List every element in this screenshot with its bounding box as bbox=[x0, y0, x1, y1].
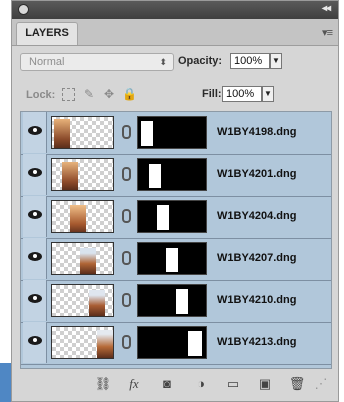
layer-mask-thumbnail[interactable] bbox=[137, 116, 207, 149]
layer-mask-thumbnail[interactable] bbox=[137, 326, 207, 359]
new-layer-icon[interactable]: ▣ bbox=[256, 376, 274, 392]
panel-titlebar: ◂◂ bbox=[12, 1, 338, 19]
layer-row[interactable]: W1BY4198.dng bbox=[21, 112, 331, 155]
layers-list: W1BY4198.dng W1BY4201.dng W1BY4204.dng W… bbox=[20, 111, 332, 369]
layer-mask-thumbnail[interactable] bbox=[137, 242, 207, 275]
lock-label: Lock: bbox=[26, 89, 56, 101]
lock-all-icon[interactable]: 🔒 bbox=[122, 87, 137, 101]
layer-row[interactable]: W1BY4207.dng bbox=[21, 238, 331, 281]
resize-grip-icon[interactable]: ⋰ bbox=[312, 376, 330, 392]
trash-icon[interactable]: 🗑 bbox=[288, 376, 306, 392]
layer-name[interactable]: W1BY4213.dng bbox=[217, 336, 296, 348]
layer-name[interactable]: W1BY4198.dng bbox=[217, 126, 296, 138]
lock-transparent-icon[interactable] bbox=[62, 88, 75, 101]
layer-thumbnail[interactable] bbox=[51, 116, 114, 149]
chain-link-icon[interactable] bbox=[122, 293, 131, 307]
opacity-dropdown-icon[interactable]: ▼ bbox=[270, 53, 282, 69]
blend-mode-select[interactable]: Normal ⬍ bbox=[20, 53, 174, 71]
layer-row[interactable]: W1BY4201.dng bbox=[21, 154, 331, 197]
layer-mask-thumbnail[interactable] bbox=[137, 200, 207, 233]
layer-row[interactable]: W1BY4210.dng bbox=[21, 280, 331, 323]
lock-brush-icon[interactable]: ✎ bbox=[82, 87, 96, 101]
opacity-input[interactable]: 100% bbox=[230, 53, 270, 69]
panel-menu-icon[interactable]: ▾≡ bbox=[322, 26, 333, 39]
group-folder-icon[interactable]: ▭ bbox=[224, 376, 242, 392]
visibility-eye-icon[interactable] bbox=[23, 112, 47, 153]
layer-thumbnail[interactable] bbox=[51, 326, 114, 359]
layer-name[interactable]: W1BY4204.dng bbox=[217, 210, 296, 222]
layer-thumbnail[interactable] bbox=[51, 284, 114, 317]
layer-name[interactable]: W1BY4201.dng bbox=[217, 168, 296, 180]
close-icon[interactable] bbox=[18, 4, 29, 15]
layer-thumbnail[interactable] bbox=[51, 242, 114, 275]
lock-move-icon[interactable]: ✥ bbox=[102, 87, 116, 101]
layer-name[interactable]: W1BY4210.dng bbox=[217, 294, 296, 306]
blend-mode-value: Normal bbox=[29, 56, 65, 68]
layer-row[interactable]: W1BY4204.dng bbox=[21, 196, 331, 239]
visibility-eye-icon[interactable] bbox=[23, 154, 47, 195]
chain-link-icon[interactable] bbox=[122, 167, 131, 181]
chain-link-icon[interactable] bbox=[122, 335, 131, 349]
visibility-eye-icon[interactable] bbox=[23, 322, 47, 363]
mask-icon[interactable]: ◙ bbox=[158, 376, 176, 391]
chain-link-icon[interactable] bbox=[122, 209, 131, 223]
layer-thumbnail[interactable] bbox=[51, 200, 114, 233]
adjustment-icon[interactable]: ◑ bbox=[192, 376, 210, 391]
layers-panel: ◂◂ LAYERS ▾≡ Normal ⬍ Opacity: 100% ▼ Lo… bbox=[11, 0, 339, 402]
fill-input[interactable]: 100% bbox=[222, 86, 262, 102]
stepper-arrows-icon: ⬍ bbox=[159, 57, 167, 67]
collapse-icon[interactable]: ◂◂ bbox=[322, 3, 331, 14]
visibility-eye-icon[interactable] bbox=[23, 196, 47, 237]
tab-layers[interactable]: LAYERS bbox=[16, 22, 78, 45]
layer-name[interactable]: W1BY4207.dng bbox=[217, 252, 296, 264]
link-icon[interactable]: ⛓ bbox=[94, 376, 112, 392]
fill-label: Fill: bbox=[202, 88, 222, 100]
tab-row: LAYERS ▾≡ bbox=[12, 19, 338, 46]
layer-thumbnail[interactable] bbox=[51, 158, 114, 191]
visibility-eye-icon[interactable] bbox=[23, 280, 47, 321]
visibility-eye-icon[interactable] bbox=[23, 238, 47, 279]
fx-icon[interactable]: fx bbox=[125, 376, 143, 392]
panel-footer: ⛓ fx ◙ ◑ ▭ ▣ 🗑 ⋰ bbox=[12, 371, 338, 397]
layer-mask-thumbnail[interactable] bbox=[137, 284, 207, 317]
fill-dropdown-icon[interactable]: ▼ bbox=[262, 86, 274, 102]
chain-link-icon[interactable] bbox=[122, 251, 131, 265]
chain-link-icon[interactable] bbox=[122, 125, 131, 139]
background-window-edge bbox=[0, 363, 11, 402]
layer-mask-thumbnail[interactable] bbox=[137, 158, 207, 191]
layer-row[interactable]: W1BY4213.dng bbox=[21, 322, 331, 365]
opacity-label: Opacity: bbox=[178, 55, 223, 67]
